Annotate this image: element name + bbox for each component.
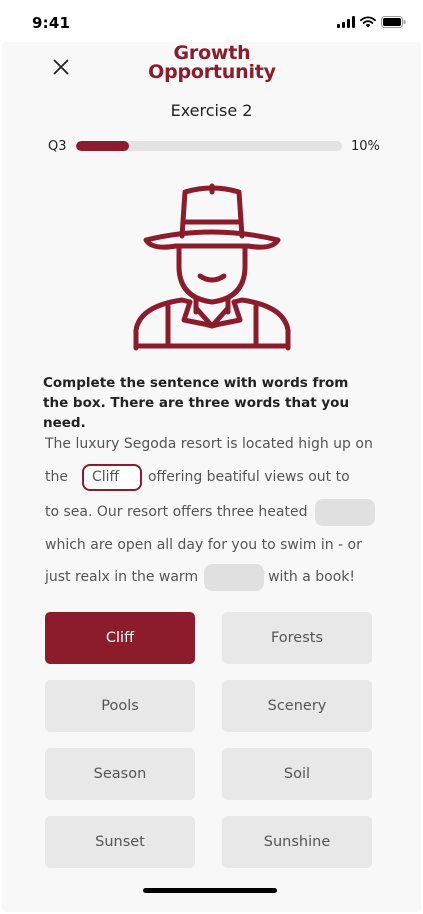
answer-blank-1[interactable]: Cliff	[81, 463, 142, 491]
word-option-scenery[interactable]: Scenery	[222, 680, 372, 732]
home-indicator[interactable]	[143, 888, 277, 893]
passage-text-4: which are open all day for you to swim i…	[45, 537, 362, 553]
status-time: 9:41	[32, 14, 71, 32]
battery-icon	[381, 16, 406, 28]
brand-line-2: Opportunity	[148, 61, 276, 83]
status-bar: 9:41	[0, 0, 423, 42]
passage-text-2b: offering beatiful views out to	[147, 469, 350, 485]
word-option-sunshine[interactable]: Sunshine	[222, 816, 372, 868]
wifi-icon	[360, 16, 376, 28]
passage-line-1: The luxury Segoda resort is located high…	[45, 430, 373, 458]
answer-blank-3[interactable]	[204, 563, 265, 591]
answer-blank-2[interactable]	[315, 498, 376, 526]
status-icons	[337, 16, 406, 28]
word-option-season[interactable]: Season	[45, 748, 195, 800]
word-option-label: Soil	[283, 766, 311, 782]
progress-percent: 10%	[351, 139, 380, 154]
brand-logo: Growth Opportunity	[112, 44, 312, 82]
passage-text-2a: the	[45, 469, 68, 485]
passage-text-5a: just realx in the warm	[45, 569, 199, 585]
exercise-title: Exercise 2	[170, 101, 253, 120]
progress-fill	[76, 141, 129, 151]
passage-text-5b: with a book!	[268, 569, 355, 585]
word-option-label: Sunshine	[263, 834, 331, 850]
close-icon	[53, 59, 69, 75]
word-option-label: Pools	[101, 698, 139, 714]
progress-bar	[76, 141, 342, 151]
passage-text-1: The luxury Segoda resort is located high…	[45, 436, 373, 452]
close-button[interactable]	[48, 54, 74, 80]
passage-line-2: the Cliff offering beatiful views out to	[45, 463, 350, 491]
passage-line-3: to sea. Our resort offers three heated	[45, 498, 379, 526]
word-option-cliff[interactable]: Cliff	[45, 612, 195, 664]
passage-line-5: just realx in the warm with a book!	[45, 563, 355, 591]
word-option-label: Sunset	[95, 834, 145, 850]
instruction-text: Complete the sentence with words from th…	[43, 375, 350, 431]
word-option-label: Cliff	[105, 630, 135, 646]
word-option-label: Scenery	[267, 698, 327, 714]
cowboy-avatar-icon	[133, 183, 291, 351]
word-option-sunset[interactable]: Sunset	[45, 816, 195, 868]
signal-icon	[337, 16, 355, 28]
word-option-forests[interactable]: Forests	[222, 612, 372, 664]
word-option-label: Forests	[270, 630, 324, 646]
word-option-label: Season	[93, 766, 147, 782]
phone-frame: 9:41 Growth Opportunity Exercise 2 Q3 10…	[0, 0, 423, 914]
question-label: Q3	[48, 139, 67, 154]
passage-text-3: to sea. Our resort offers three heated	[45, 504, 308, 520]
passage-line-4: which are open all day for you to swim i…	[45, 531, 362, 559]
word-option-pools[interactable]: Pools	[45, 680, 195, 732]
word-option-soil[interactable]: Soil	[222, 748, 372, 800]
